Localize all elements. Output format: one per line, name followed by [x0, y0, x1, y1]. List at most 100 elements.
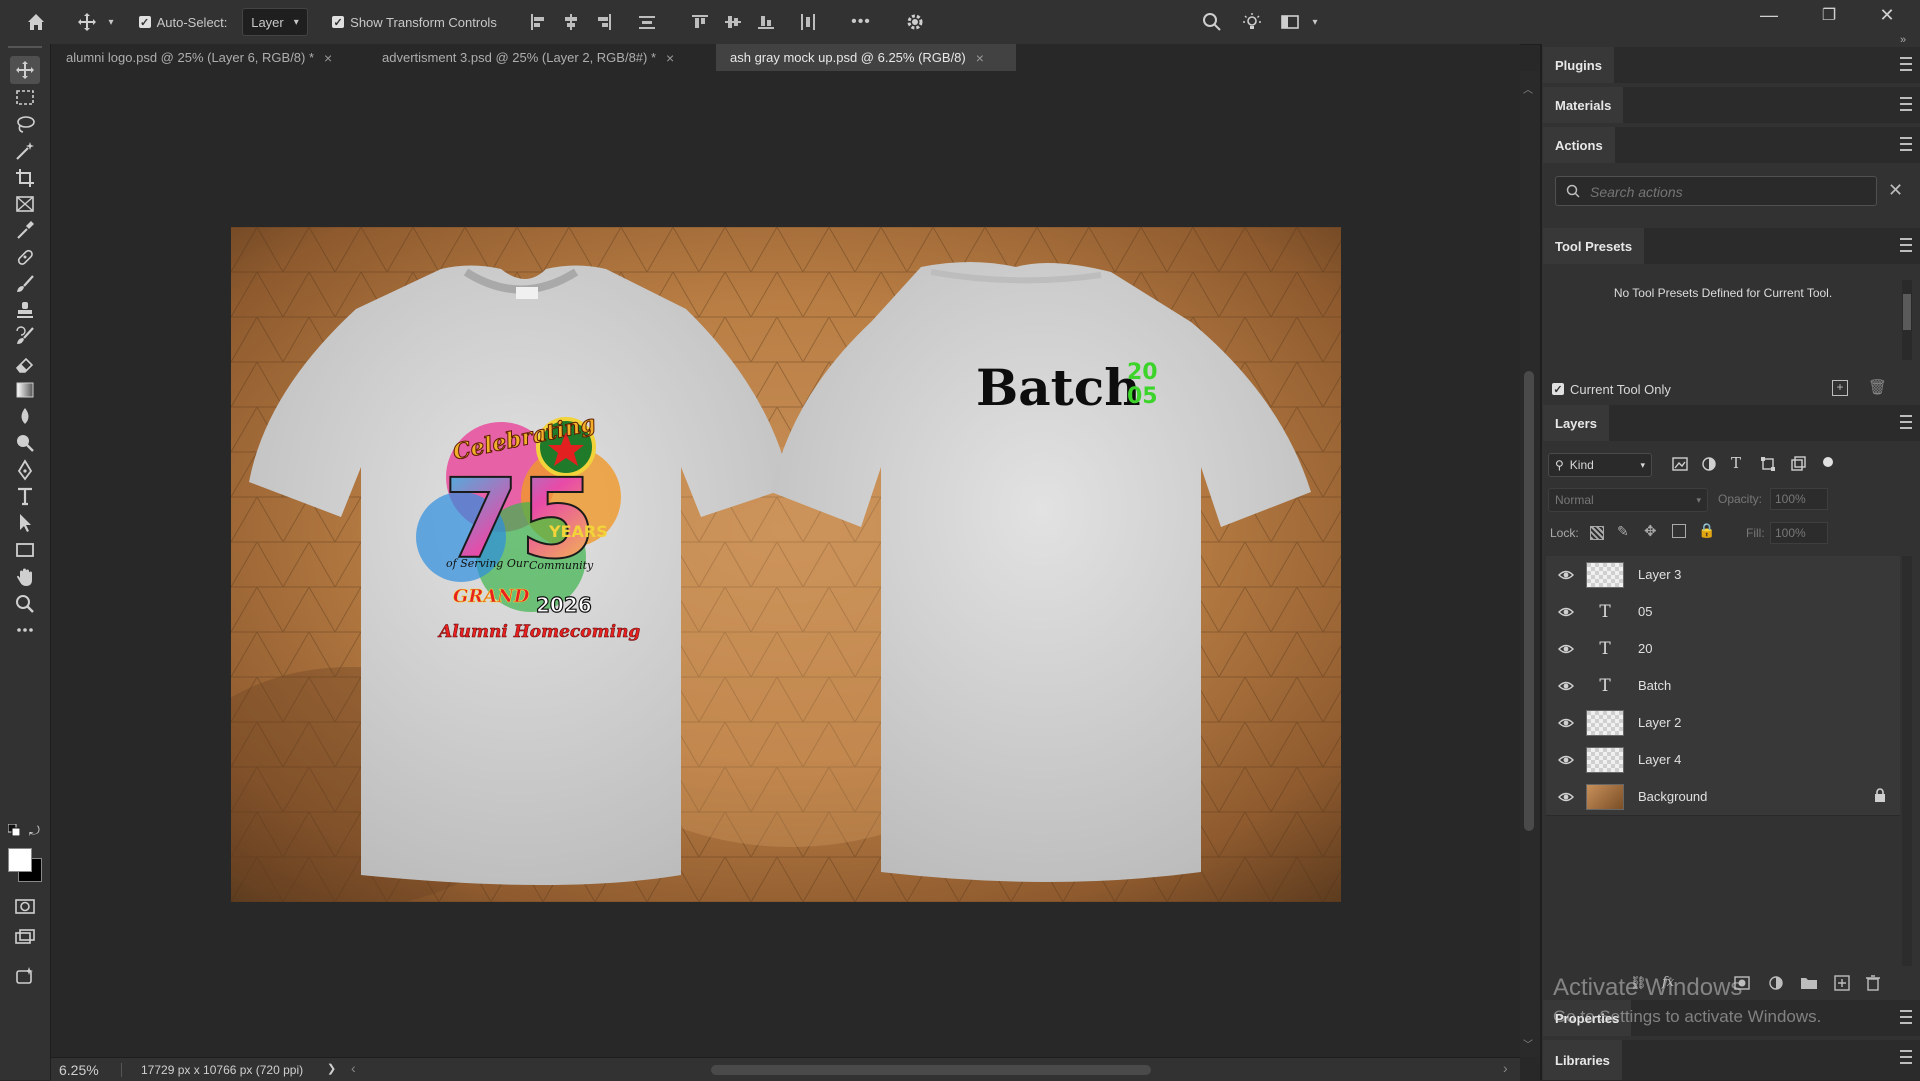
clear-search-icon[interactable]: ✕ — [1888, 180, 1903, 201]
home-icon[interactable] — [18, 0, 54, 44]
layer-name[interactable]: Layer 3 — [1638, 567, 1681, 582]
visibility-eye-icon[interactable] — [1546, 791, 1586, 803]
search-icon[interactable] — [1200, 0, 1224, 44]
align-vertical-centers-icon[interactable] — [723, 0, 743, 44]
layer-thumbnail[interactable] — [1586, 561, 1624, 588]
align-right-edges-icon[interactable] — [594, 0, 614, 44]
frame-tool-icon[interactable] — [10, 190, 40, 218]
lock-transparent-pixels-icon[interactable] — [1590, 526, 1604, 540]
layer-row[interactable]: Layer 3 — [1546, 556, 1900, 594]
distribute-horizontal-icon[interactable] — [798, 0, 818, 44]
align-bottom-edges-icon[interactable] — [756, 0, 776, 44]
status-menu-arrow-icon[interactable]: ❯ — [327, 1062, 336, 1075]
layer-row[interactable]: Layer 2 — [1546, 704, 1900, 742]
minimize-button[interactable]: — — [1740, 0, 1798, 30]
history-brush-tool-icon[interactable] — [10, 322, 40, 350]
workspace-dropdown-icon[interactable]: ▾ — [1308, 0, 1322, 44]
layer-name[interactable]: Layer 4 — [1638, 752, 1681, 767]
align-left-edges-icon[interactable] — [528, 0, 548, 44]
tab-alumni-logo[interactable]: alumni logo.psd @ 25% (Layer 6, RGB/8) *… — [52, 44, 360, 71]
eraser-tool-icon[interactable] — [10, 350, 40, 378]
layer-row[interactable]: T 20 — [1546, 630, 1900, 668]
tab-ash-gray-mock-up[interactable]: ash gray mock up.psd @ 6.25% (RGB/8) × — [716, 44, 1016, 71]
opacity-field[interactable]: 100% — [1770, 488, 1828, 510]
more-options-button[interactable]: ••• — [848, 0, 874, 44]
lock-all-icon[interactable]: 🔒 — [1698, 522, 1715, 539]
layer-name[interactable]: Layer 2 — [1638, 715, 1681, 730]
screen-mode-icon[interactable] — [10, 924, 40, 952]
tool-preset-dropdown-icon[interactable]: ▾ — [104, 0, 118, 44]
default-colors-icon[interactable] — [7, 823, 21, 837]
tab-advertisment-3[interactable]: advertisment 3.psd @ 25% (Layer 2, RGB/8… — [368, 44, 708, 71]
hand-tool-icon[interactable] — [10, 563, 40, 591]
close-tab-icon[interactable]: × — [666, 50, 674, 66]
layer-filter-kind-dropdown[interactable]: ⚲ Kind ▾ — [1548, 453, 1652, 477]
panel-menu-icon[interactable] — [1900, 57, 1912, 71]
tab-tool-presets[interactable]: Tool Presets — [1543, 228, 1645, 264]
layer-name[interactable]: Background — [1638, 789, 1707, 804]
quick-mask-icon[interactable] — [10, 892, 40, 920]
crop-tool-icon[interactable] — [10, 164, 40, 192]
tab-plugins[interactable]: Plugins — [1543, 47, 1614, 83]
blur-tool-icon[interactable] — [10, 402, 40, 430]
toolbar-grip[interactable] — [8, 46, 42, 48]
auto-select-target-dropdown[interactable]: Layer ▾ — [242, 0, 308, 44]
presets-scrollbar[interactable] — [1902, 280, 1912, 360]
tab-layers[interactable]: Layers — [1543, 405, 1609, 441]
panel-menu-icon[interactable] — [1900, 97, 1912, 111]
rectangle-tool-icon[interactable] — [10, 536, 40, 564]
pen-tool-icon[interactable] — [10, 456, 40, 484]
document-canvas[interactable]: Celebrating 75 YEARS of Serving Our Comm… — [231, 227, 1341, 902]
auto-select-checkbox[interactable]: ✓ Auto-Select: — [138, 0, 228, 44]
close-tab-icon[interactable]: × — [976, 50, 984, 66]
collapse-panels-icon[interactable]: » — [1900, 34, 1906, 46]
visibility-eye-icon[interactable] — [1546, 569, 1586, 581]
layers-scrollbar[interactable] — [1902, 556, 1912, 966]
show-transform-controls-checkbox[interactable]: ✓ Show Transform Controls — [332, 0, 497, 44]
healing-brush-tool-icon[interactable] — [10, 243, 40, 271]
actions-search-input[interactable] — [1588, 181, 1862, 203]
scroll-left-icon[interactable]: ‹ — [351, 1060, 356, 1076]
panel-menu-icon[interactable] — [1900, 1010, 1912, 1024]
more-tools-icon[interactable] — [10, 616, 40, 644]
gear-icon[interactable] — [904, 0, 926, 44]
filter-shape-icon[interactable] — [1760, 456, 1776, 475]
background-layer-thumbnail[interactable] — [1586, 783, 1624, 810]
current-tool-only-checkbox[interactable]: ✓ Current Tool Only — [1546, 376, 1906, 402]
layer-thumbnail[interactable] — [1586, 746, 1624, 773]
close-tab-icon[interactable]: × — [324, 50, 332, 66]
visibility-eye-icon[interactable] — [1546, 680, 1586, 692]
zoom-level[interactable]: 6.25% — [59, 1062, 99, 1078]
lock-icon[interactable] — [1874, 788, 1886, 805]
eyedropper-tool-icon[interactable] — [10, 216, 40, 244]
magic-wand-tool-icon[interactable] — [10, 137, 40, 165]
filter-toggle-icon[interactable] — [1823, 457, 1833, 467]
distribute-vertical-icon[interactable] — [637, 0, 657, 44]
move-tool-preset-icon[interactable] — [72, 0, 102, 44]
tab-libraries[interactable]: Libraries — [1543, 1040, 1622, 1080]
discover-lightbulb-icon[interactable] — [1240, 0, 1264, 44]
panel-menu-icon[interactable] — [1900, 415, 1912, 429]
align-top-edges-icon[interactable] — [690, 0, 710, 44]
tab-actions[interactable]: Actions — [1543, 127, 1615, 163]
visibility-eye-icon[interactable] — [1546, 754, 1586, 766]
type-tool-icon[interactable] — [10, 482, 40, 510]
filter-adjustment-icon[interactable] — [1701, 456, 1717, 475]
visibility-eye-icon[interactable] — [1546, 606, 1586, 618]
generative-fill-icon[interactable] — [10, 962, 40, 990]
layer-row[interactable]: T Batch — [1546, 667, 1900, 705]
visibility-eye-icon[interactable] — [1546, 643, 1586, 655]
trash-icon[interactable]: 🗑 — [1868, 378, 1887, 396]
scroll-down-icon[interactable]: ﹀ — [1523, 1036, 1533, 1051]
lock-artboard-icon[interactable] — [1672, 524, 1686, 538]
lasso-tool-icon[interactable] — [10, 110, 40, 138]
swap-colors-icon[interactable]: ⤾ — [29, 823, 43, 838]
layer-name[interactable]: 05 — [1638, 604, 1652, 619]
workspace-icon[interactable] — [1278, 0, 1302, 44]
marquee-tool-icon[interactable] — [10, 83, 40, 111]
new-layer-icon[interactable] — [1834, 975, 1854, 995]
vertical-scroll-thumb[interactable] — [1524, 371, 1534, 831]
restore-button[interactable]: ❐ — [1800, 0, 1858, 30]
new-adjustment-layer-icon[interactable] — [1768, 975, 1788, 995]
new-group-folder-icon[interactable] — [1800, 975, 1820, 995]
